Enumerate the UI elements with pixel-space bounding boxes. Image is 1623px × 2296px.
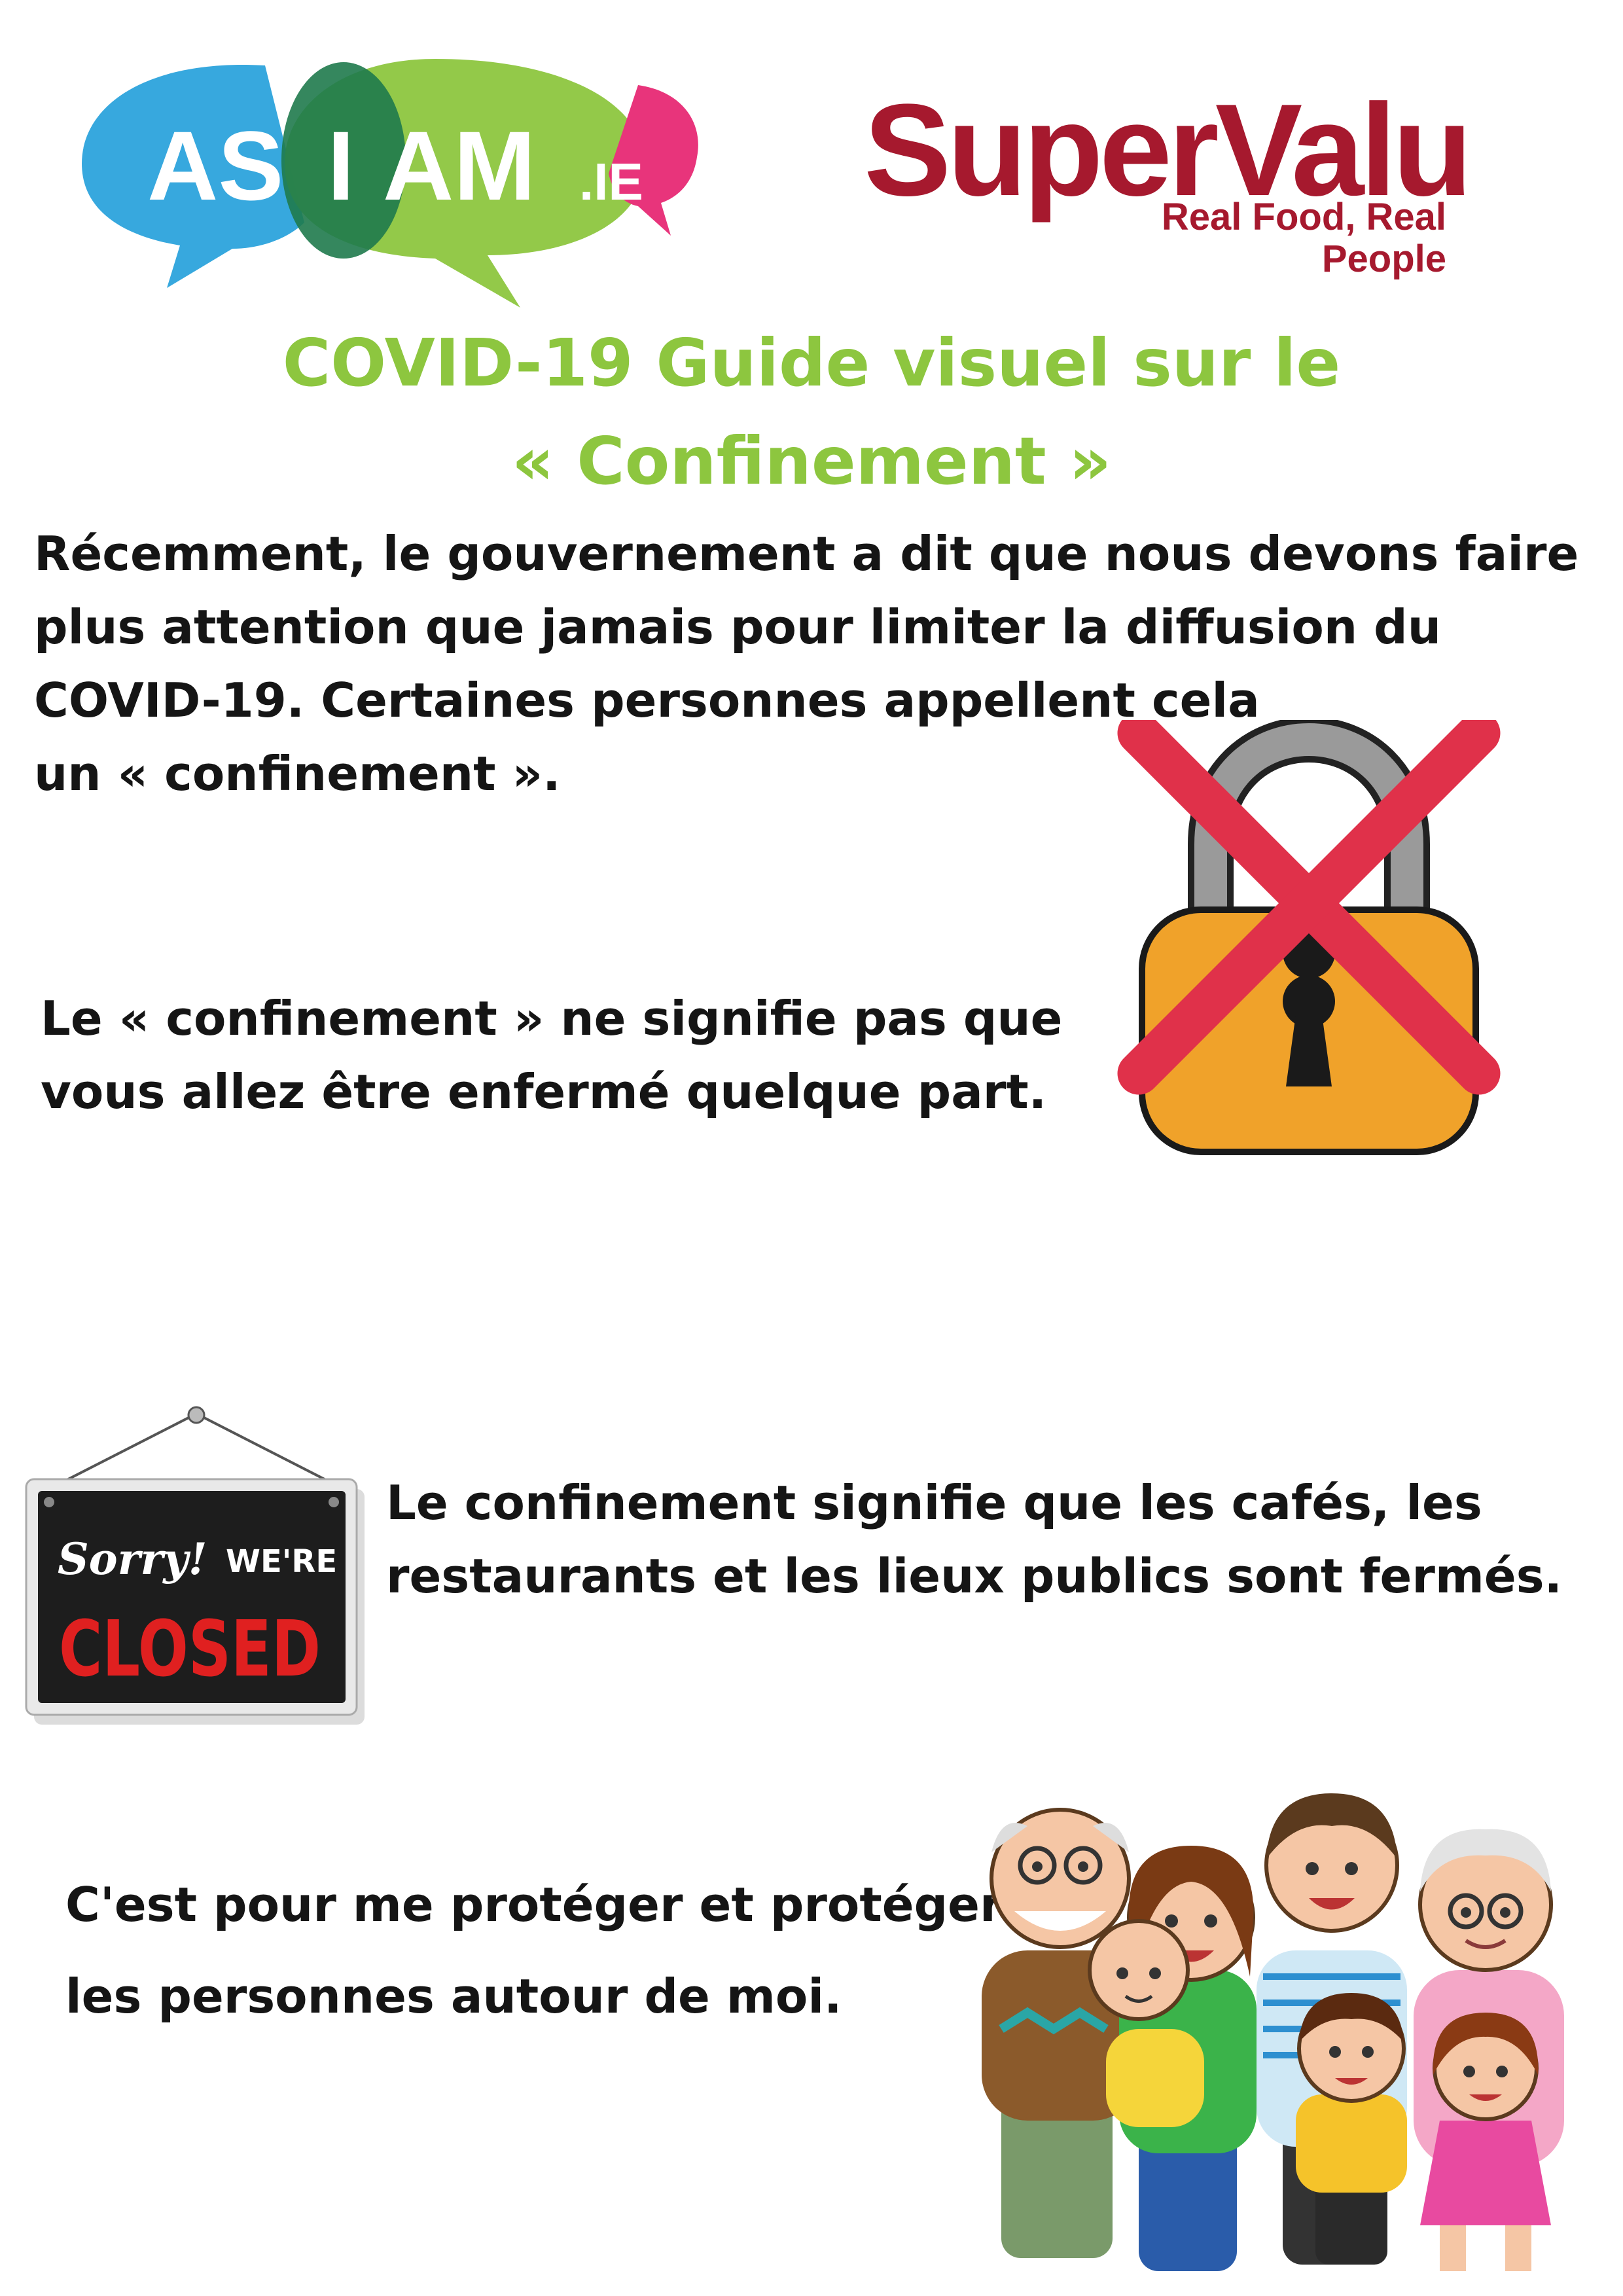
grandfather-figure — [982, 1808, 1139, 2258]
supervalu-logo: SuperValu Real Food, Real People — [864, 85, 1472, 280]
lock-line-1: Le « confinement » ne signifie pas que — [41, 991, 1063, 1046]
asiam-logo: AS I AM .IE — [82, 59, 698, 308]
lock-paragraph: Le « confinement » ne signifie pas que v… — [41, 982, 1063, 1128]
closed-line-1: Le confinement signifie que les cafés, l… — [386, 1475, 1482, 1530]
sign-were-text: WE'RE — [226, 1543, 337, 1580]
family-paragraph: C'est pour me protéger et protéger les p… — [65, 1859, 1003, 2042]
family-illustration — [982, 1793, 1564, 2271]
page-title-line-1: COVID-19 Guide visuel sur le — [282, 325, 1341, 401]
intro-line-2: plus attention que jamais pour limiter l… — [34, 600, 1441, 655]
crossed-padlock-icon — [1117, 720, 1501, 1155]
asiam-text-i: I — [327, 111, 355, 221]
asiam-text-ie: .IE — [579, 152, 643, 211]
page-title: COVID-19 Guide visuel sur le « Confineme… — [0, 314, 1623, 511]
family-line-1: C'est pour me protéger et protéger — [65, 1877, 1003, 1932]
closed-paragraph: Le confinement signifie que les cafés, l… — [386, 1466, 1562, 1613]
family-line-2: les personnes autour de moi. — [65, 1969, 842, 2024]
page-title-line-2: « Confinement » — [511, 423, 1112, 499]
supervalu-tagline: Real Food, Real People — [1161, 196, 1446, 280]
girl-figure — [1420, 2013, 1551, 2271]
lock-line-2: vous allez être enfermé quelque part. — [41, 1064, 1047, 1119]
sign-closed-text: CLOSED — [59, 1604, 321, 1694]
asiam-text-as: AS — [147, 111, 283, 221]
closed-sign: Sorry! WE'RE CLOSED — [25, 1406, 365, 1725]
sign-sorry-text: Sorry! — [58, 1534, 207, 1585]
intro-line-1: Récemment, le gouvernement a dit que nou… — [34, 526, 1579, 581]
asiam-text-am: AM — [383, 111, 535, 221]
closed-line-2: restaurants et les lieux publics sont fe… — [386, 1549, 1562, 1604]
